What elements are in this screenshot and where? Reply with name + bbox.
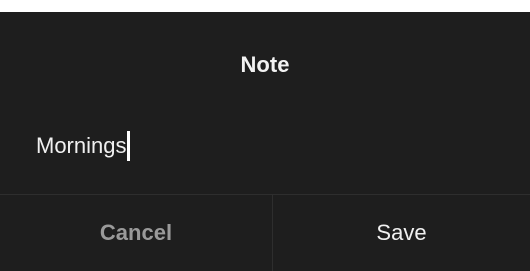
- cancel-button[interactable]: Cancel: [0, 195, 272, 271]
- text-caret: [127, 131, 131, 161]
- save-button[interactable]: Save: [273, 195, 530, 271]
- note-dialog: Note Mornings Cancel Save: [0, 12, 530, 271]
- note-input-value: Mornings: [36, 133, 127, 158]
- dialog-title: Note: [240, 52, 290, 77]
- note-input[interactable]: Mornings: [36, 124, 496, 168]
